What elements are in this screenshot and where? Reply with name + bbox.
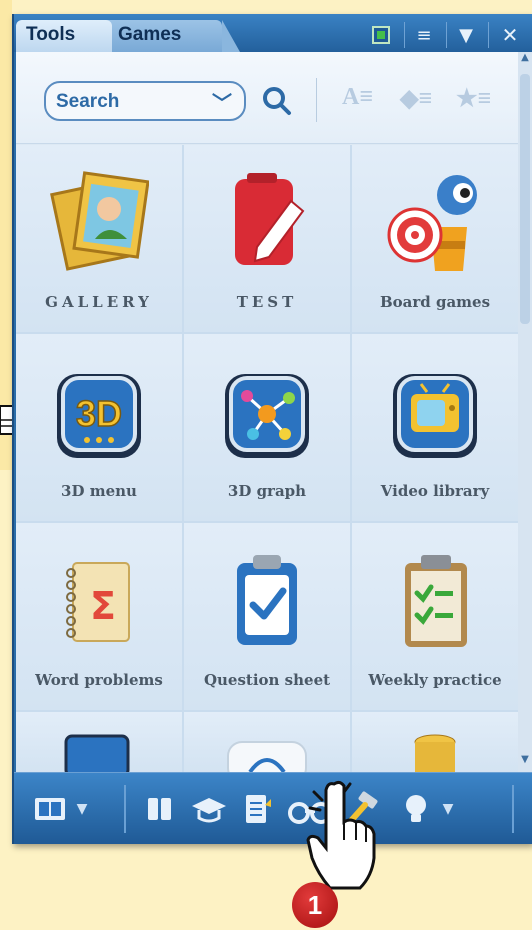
grid-item-question-sheet[interactable]: Question sheet [184,523,350,710]
columns-icon[interactable] [142,791,178,827]
chevron-down-icon[interactable]: ▼ [440,791,456,827]
bottom-toolbar: ▼ ▼ [14,772,532,844]
grid-item-label: 3D graph [227,482,307,500]
notebook-sigma-icon: Σ [66,562,130,642]
tapping-hand-icon [306,780,376,890]
3d-menu-icon: 3D [57,374,141,458]
test-pencil-icon [235,173,305,265]
coins-icon [414,734,456,772]
svg-text:Σ: Σ [90,584,116,628]
grid-item-word-problems[interactable]: Σ Word problems [16,523,182,710]
tab-tools[interactable]: Tools [16,20,112,52]
checklist-clipboard-icon [405,555,467,647]
lightbulb-icon[interactable] [398,791,434,827]
grid-item-gallery[interactable]: GALLERY [16,145,182,332]
grid-item-partial[interactable] [16,712,182,772]
font-list-icon[interactable]: A≡ [342,84,373,111]
chevron-down-icon: ﹀ [212,93,232,115]
tools-content: Search ﹀ A≡ ◆≡ ★≡ GALLERY TEST Board gam… [16,52,518,772]
grid-item-partial[interactable] [352,712,518,772]
star-list-icon[interactable]: ★≡ [456,84,491,113]
chevron-down-icon[interactable]: ▼ [74,791,90,827]
grid-item-test[interactable]: TEST [184,145,350,332]
window-green-icon[interactable] [370,24,392,46]
dropdown-triangle-icon[interactable]: ▼ [454,24,478,46]
diamond-list-icon[interactable]: ◆≡ [400,84,432,113]
search-row: Search ﹀ A≡ ◆≡ ★≡ [16,52,518,144]
scroll-thumb[interactable] [520,74,530,324]
grid-item-label: TEST [236,293,298,311]
grid-item-label: GALLERY [45,293,153,311]
grid-item-label: 3D menu [61,482,137,500]
grid-item-label: Weekly practice [368,671,502,689]
tab-games[interactable]: Games [102,20,240,52]
tool-grid: GALLERY TEST Board games 3D 3D menu 3D g… [16,145,518,772]
grid-item-label: Video library [380,482,490,500]
notes-icon[interactable] [240,791,276,827]
svg-text:3D: 3D [76,393,122,434]
grid-item-label: Board games [379,293,491,311]
close-icon[interactable]: ✕ [496,23,524,47]
grid-item-label: Word problems [35,671,163,689]
3d-graph-icon [225,374,309,458]
grid-item-3d-menu[interactable]: 3D 3D menu [16,334,182,521]
tv-icon [393,374,477,458]
graduation-cap-icon[interactable] [188,791,230,827]
grid-item-label: Question sheet [203,671,331,689]
grid-item-partial[interactable] [184,712,350,772]
search-label: Search [56,91,120,112]
grid-item-board-games[interactable]: Board games [352,145,518,332]
round-button-icon [227,741,307,772]
step-badge: 1 [292,882,338,928]
scroll-up-icon[interactable]: ▲ [518,52,532,70]
dartboard-figure-icon [387,175,477,271]
monitor-icon [64,734,130,772]
grid-item-weekly-practice[interactable]: Weekly practice [352,523,518,710]
vertical-scrollbar[interactable]: ▲ ▼ [518,52,532,772]
clipboard-check-icon [237,555,297,645]
search-dropdown[interactable]: Search ﹀ [44,81,246,121]
menu-lines-icon[interactable]: ≡ [412,24,436,46]
grid-item-video-library[interactable]: Video library [352,334,518,521]
tab-bar: Games Tools ≡ ▼ ✕ [14,14,532,52]
grid-item-3d-graph[interactable]: 3D graph [184,334,350,521]
book-icon[interactable] [30,791,70,827]
tools-panel: Games Tools ≡ ▼ ✕ Search ﹀ A≡ ◆≡ ★≡ GALL… [12,14,532,844]
scroll-down-icon[interactable]: ▼ [518,754,532,772]
magnifier-icon[interactable] [262,86,292,116]
picture-frame-icon [50,171,149,271]
